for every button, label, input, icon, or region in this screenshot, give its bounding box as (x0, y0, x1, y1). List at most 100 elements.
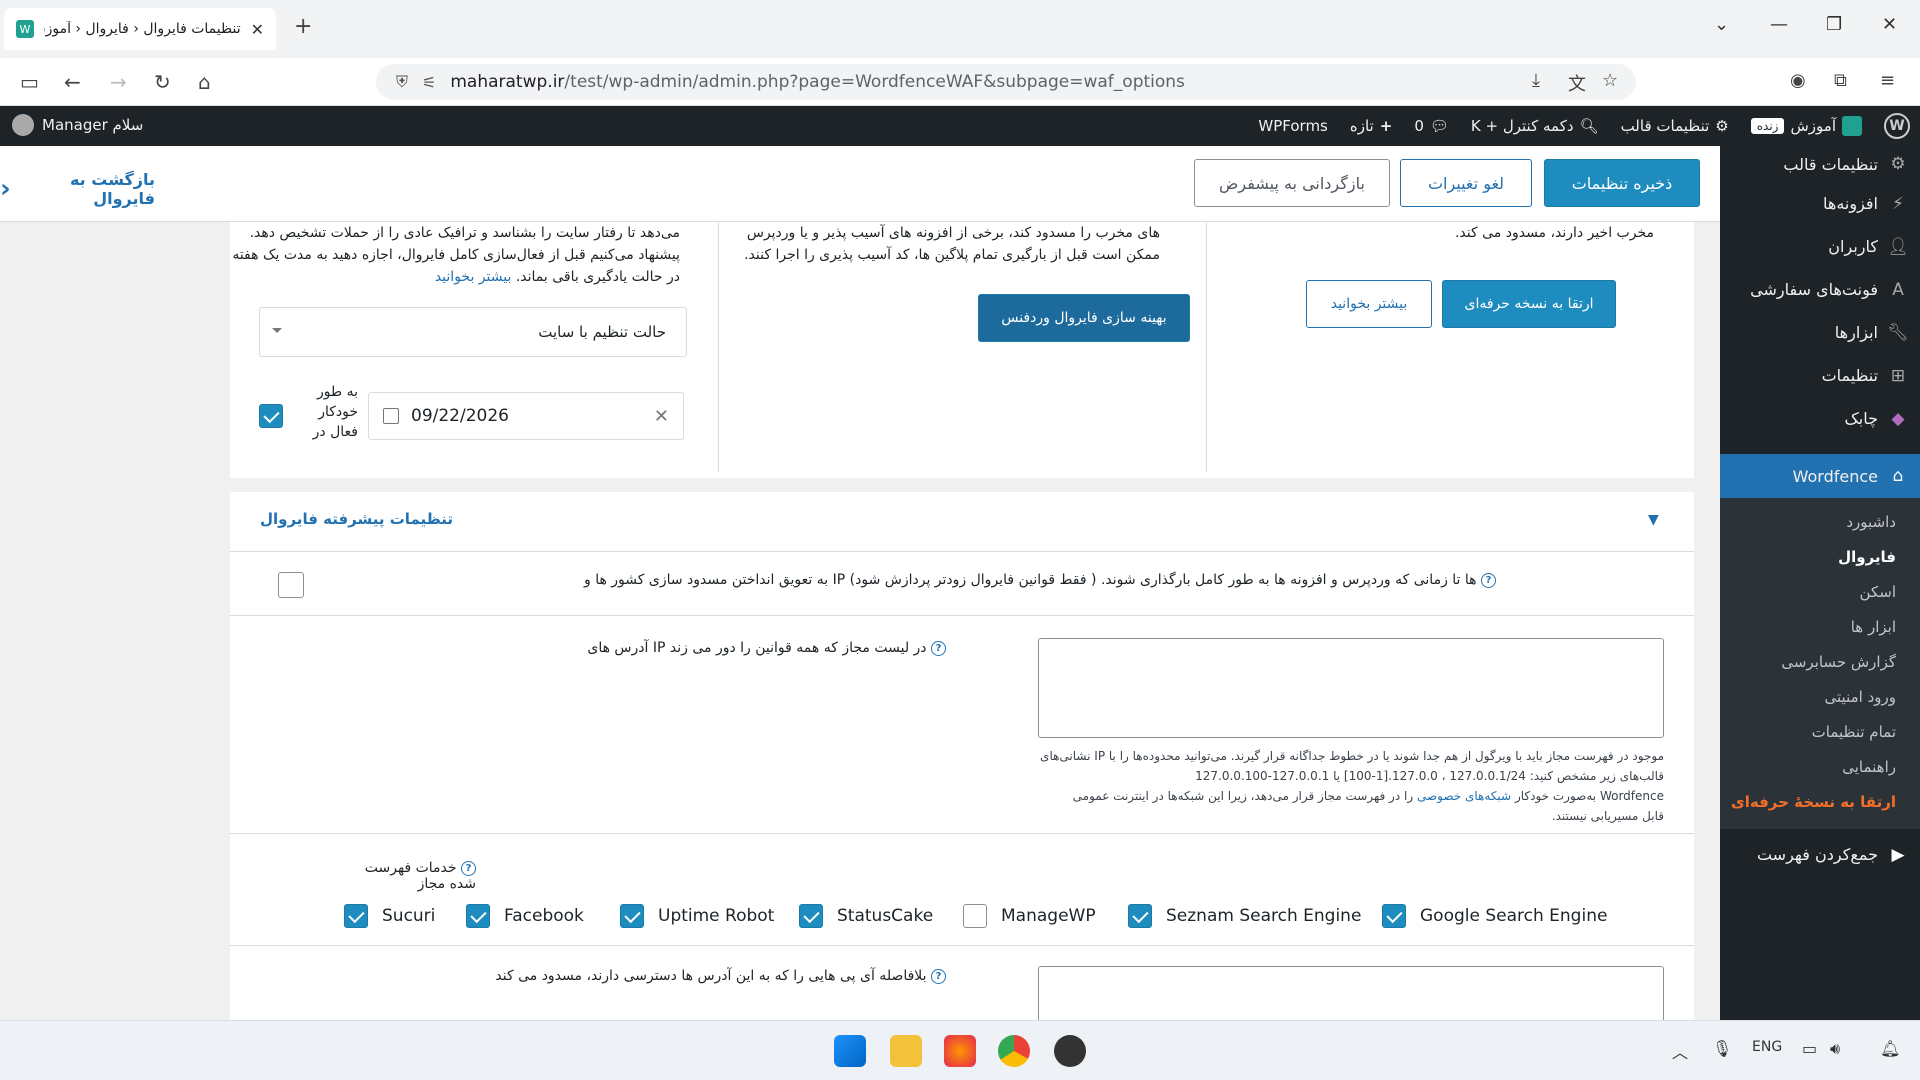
auto-enable-checkbox[interactable] (259, 404, 283, 428)
chabok-icon: ◆ (1891, 408, 1905, 429)
sidebar-item-fonts[interactable]: A فونت‌های سفارشی (1720, 268, 1920, 311)
service-sucuri[interactable]: Sucuri (344, 904, 435, 928)
help-icon[interactable]: ? (461, 860, 476, 876)
site-settings-icon[interactable]: ⚟ (422, 73, 436, 92)
customize-link[interactable]: ⚙ تنظیمات قالب (1621, 117, 1729, 135)
service-google[interactable]: Google Search Engine (1382, 904, 1607, 928)
new-tab-icon[interactable]: + (294, 14, 312, 39)
service-checkbox[interactable] (1128, 904, 1152, 928)
block-ips-textarea[interactable] (1038, 966, 1664, 1020)
service-managewp[interactable]: ManageWP (963, 904, 1096, 928)
clear-date-icon[interactable]: ✕ (654, 406, 669, 427)
section-title: تنظیمات پیشرفته فایروال (260, 510, 453, 528)
submenu-scan[interactable]: اسکن (1720, 574, 1920, 609)
comments-link[interactable]: 💬︎ 0 (1414, 117, 1449, 135)
service-uptime-robot[interactable]: Uptime Robot (620, 904, 774, 928)
sidebar-item-settings[interactable]: ⊞ تنظیمات (1720, 354, 1920, 397)
submenu-login-security[interactable]: ورود امنیتی (1720, 679, 1920, 714)
home-icon[interactable]: ⌂ (198, 70, 211, 94)
whitelist-ips-textarea[interactable] (1038, 638, 1664, 738)
volume-icon[interactable]: 🔊︎ (1830, 1039, 1840, 1059)
sidebar-item-customize[interactable]: ⚙ تنظیمات قالب (1720, 146, 1920, 182)
advanced-header[interactable]: تنظیمات پیشرفته فایروال ▼ (230, 492, 1694, 552)
maximize-icon[interactable]: ❐ (1826, 14, 1842, 35)
tray-chevron-icon[interactable]: ︿ (1672, 1039, 1688, 1063)
submenu-all-options[interactable]: تمام تنظیمات (1720, 714, 1920, 749)
read-more-link[interactable]: بیشتر بخوانید (435, 269, 512, 285)
service-facebook[interactable]: Facebook (466, 904, 584, 928)
note-line: قالب‌های زیر مشخص کنید: 127.0.0.1/24 ، 1… (1195, 769, 1664, 783)
submenu-audit-log[interactable]: گزارش حسابرسی (1720, 644, 1920, 679)
options-toolbar: ذخیره تنظیمات لغو تغییرات بازگردانی به پ… (0, 146, 1720, 222)
service-seznam[interactable]: Seznam Search Engine (1128, 904, 1361, 928)
service-checkbox[interactable] (344, 904, 368, 928)
search-command-link[interactable]: 🔍︎ دکمه کنترل + K (1471, 117, 1599, 135)
collapse-menu-button[interactable]: ▶ جمع‌کردن فهرست (1720, 833, 1920, 876)
optimize-firewall-button[interactable]: بهینه سازی فایروال وردفنس (978, 294, 1190, 342)
service-checkbox[interactable] (1382, 904, 1406, 928)
minimize-icon[interactable]: — (1770, 14, 1788, 35)
help-icon[interactable]: ? (1481, 572, 1496, 588)
help-icon[interactable]: ? (931, 968, 946, 984)
upgrade-premium-button[interactable]: ارتقا به نسخه حرفه‌ای (1442, 280, 1616, 328)
close-tab-icon[interactable]: ✕ (251, 20, 264, 39)
forward-icon[interactable]: → (110, 70, 127, 94)
site-name-link[interactable]: آموزش زنده (1750, 116, 1862, 136)
tab-list-icon[interactable]: ⌄ (1714, 14, 1729, 35)
new-content-link[interactable]: + تازه (1350, 117, 1392, 135)
wordpress-logo-icon[interactable]: W (1884, 113, 1910, 139)
cancel-changes-button[interactable]: لغو تغییرات (1400, 159, 1532, 207)
service-checkbox[interactable] (963, 904, 987, 928)
submenu-tools[interactable]: ابزار ها (1720, 609, 1920, 644)
private-networks-link[interactable]: شبکه‌های خصوصی (1417, 789, 1511, 803)
shield-icon[interactable]: ⛨ (396, 72, 408, 92)
firewall-mode-select[interactable]: حالت تنظیم با سایت (259, 307, 687, 357)
sidebar-item-chabok[interactable]: ◆ چابک (1720, 397, 1920, 440)
read-more-button[interactable]: بیشتر بخوانید (1306, 280, 1432, 328)
install-icon[interactable]: ⤓ (1532, 70, 1540, 91)
obs-icon[interactable] (1054, 1035, 1086, 1067)
account-icon[interactable]: ◉ (1790, 70, 1806, 91)
close-window-icon[interactable]: ✕ (1882, 14, 1897, 35)
windows-start-icon[interactable] (834, 1035, 866, 1067)
service-checkbox[interactable] (466, 904, 490, 928)
reload-icon[interactable]: ↻ (154, 70, 171, 94)
help-icon[interactable]: ? (931, 640, 946, 656)
sidebar-item-users[interactable]: 👤︎ کاربران (1720, 225, 1920, 268)
save-button[interactable]: ذخیره تنظیمات (1544, 159, 1700, 207)
submenu-dashboard[interactable]: داشبورد (1720, 504, 1920, 539)
submenu-firewall[interactable]: فایروال (1720, 539, 1920, 574)
url-bar[interactable]: ⛨ ⚟ maharatwp.ir/test/wp-admin/admin.php… (376, 64, 1636, 100)
service-statuscake[interactable]: StatusCake (799, 904, 933, 928)
extensions-icon[interactable]: ⧉ (1834, 70, 1847, 91)
collapse-caret-icon[interactable]: ▼ (1648, 512, 1659, 528)
sidebar-item-plugins[interactable]: ⚡ افزونه‌ها (1720, 182, 1920, 225)
notification-icon[interactable]: 🔔︎ (1880, 1039, 1900, 1058)
service-checkbox[interactable] (620, 904, 644, 928)
microphone-icon[interactable]: 🎙︎ (1712, 1039, 1732, 1058)
sidebar-toggle-icon[interactable]: ▭ (20, 70, 39, 94)
sidebar-item-wordfence[interactable]: ⌂ Wordfence (1700, 454, 1920, 498)
firefox-icon[interactable] (944, 1035, 976, 1067)
file-explorer-icon[interactable] (890, 1035, 922, 1067)
restore-defaults-button[interactable]: بازگردانی به پیشفرض (1194, 159, 1390, 207)
wpforms-link[interactable]: WPForms (1258, 117, 1327, 135)
delay-blocking-checkbox[interactable] (278, 572, 304, 598)
submenu-help[interactable]: راهنمایی (1720, 749, 1920, 784)
submenu-upgrade[interactable]: ارتقا به نسخهٔ حرفه‌ای (1720, 784, 1920, 819)
back-to-firewall-link[interactable]: بازگشت به فایروال ‹ (0, 170, 155, 208)
menu-icon[interactable]: ≡ (1880, 70, 1895, 91)
chrome-icon[interactable] (998, 1035, 1030, 1067)
sidebar-item-tools[interactable]: 🔧︎ ابزارها (1720, 311, 1920, 354)
service-checkbox[interactable] (799, 904, 823, 928)
translate-icon[interactable]: 文 (1568, 70, 1586, 96)
display-icon[interactable]: ▭ (1802, 1039, 1817, 1058)
font-icon: A (1892, 279, 1904, 300)
bookmark-star-icon[interactable]: ☆ (1602, 70, 1618, 91)
back-icon[interactable]: ← (64, 70, 81, 94)
browser-tab[interactable]: W تنظیمات فایروال ‹ فایروال ‹ آموزش ✕ (4, 8, 276, 50)
language-indicator[interactable]: ENG (1752, 1039, 1782, 1055)
user-account-menu[interactable]: سلام Manager (12, 114, 143, 136)
delay-blocking-row: ? ها تا زمانی که وردپرس و افزونه ها به ط… (230, 552, 1694, 616)
learning-end-date-input[interactable]: 09/22/2026 ✕ (368, 392, 684, 440)
